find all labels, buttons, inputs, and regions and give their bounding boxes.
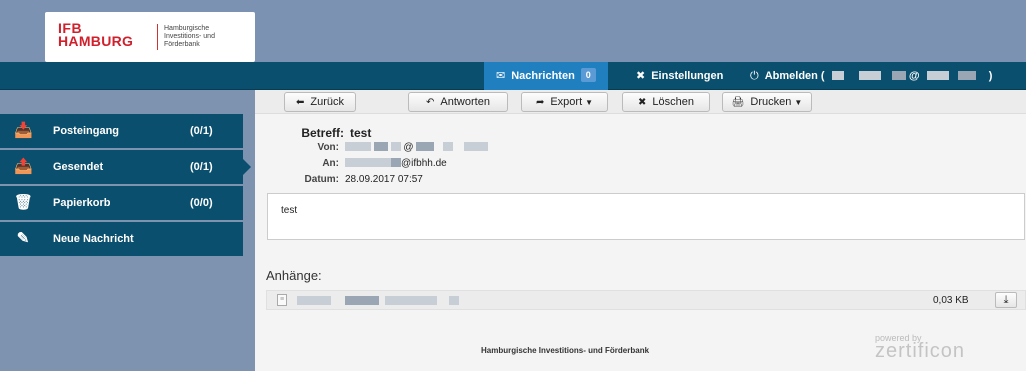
arrow-left-icon: ⬅	[295, 97, 305, 108]
redacted-email	[463, 142, 488, 151]
close-icon: ✖	[638, 97, 647, 108]
powered-by-logo: powered by zertificon	[875, 333, 965, 363]
zertificon-logo: zertificon	[875, 340, 966, 362]
redacted-user	[891, 71, 906, 80]
nav-logout-at: @	[908, 70, 920, 82]
inbox-icon: 📥	[14, 122, 33, 139]
logo-divider	[157, 24, 158, 50]
subject-label: Betreff:	[301, 126, 344, 140]
redacted-email	[416, 142, 435, 151]
sidebar-item-label: Neue Nachricht	[53, 233, 134, 245]
delete-button[interactable]: ✖ Löschen	[622, 92, 710, 112]
sidebar-item-count: (0/1)	[190, 161, 213, 173]
export-button-label: Export	[550, 96, 583, 108]
reply-icon: ↶	[426, 97, 435, 108]
logo-tagline-3: Förderbank	[164, 41, 200, 48]
ifb-logo[interactable]: IFB HAMBURG Hamburgische Investitions- u…	[45, 12, 255, 62]
logo-tagline-2: Investitions- und	[164, 33, 215, 40]
nav-logout-close: )	[988, 70, 993, 82]
chevron-down-icon: ▼	[794, 98, 803, 107]
power-icon: ⏻	[750, 70, 759, 82]
message-view: ⬅ Zurück ↶ Antworten ➦ Export ▼ ✖ Löschen 🖨 Dr…	[255, 90, 1026, 371]
message-body-text: test	[281, 205, 298, 216]
from-label: Von:	[317, 142, 339, 153]
delete-button-label: Löschen	[652, 96, 694, 108]
redacted-filename	[345, 296, 379, 305]
footer-bank-name: Hamburgische Investitions- und Förderban…	[481, 346, 650, 355]
redacted-filename	[297, 296, 331, 305]
file-icon: ≡	[277, 294, 287, 306]
printer-icon: 🖨	[731, 97, 745, 108]
outbox-icon: 📤	[14, 158, 33, 175]
sidebar-item-sent[interactable]: 📤 Gesendet (0/1)	[0, 150, 251, 184]
print-button-label: Drucken	[750, 96, 792, 108]
from-row: Von: @	[255, 142, 488, 153]
reply-button[interactable]: ↶ Antworten	[408, 92, 508, 112]
nav-messages-label: Nachrichten	[511, 70, 575, 82]
redacted-email	[390, 142, 401, 151]
redacted-email	[373, 142, 388, 151]
sidebar-item-count: (0/1)	[190, 125, 213, 137]
print-button[interactable]: 🖨 Drucken ▼	[722, 92, 812, 112]
back-button-label: Zurück	[310, 96, 344, 108]
subject-value: test	[350, 126, 372, 140]
date-row: Datum: 28.09.2017 07:57	[255, 174, 423, 185]
top-nav: ✉ Nachrichten 0 ✖ Einstellungen ⏻ Abmelden (…	[0, 62, 1026, 90]
redacted-email	[443, 142, 454, 151]
from-value: @	[345, 142, 488, 153]
attachments-title: Anhänge:	[266, 268, 322, 283]
to-row: An: @ifbhh.de	[255, 158, 447, 169]
logo-line2: HAMBURG	[58, 33, 134, 49]
logo-tagline: Hamburgische Investitions- und Förderban…	[164, 25, 215, 49]
app-header: IFB HAMBURG Hamburgische Investitions- u…	[0, 0, 1026, 62]
sidebar-item-label: Gesendet	[53, 161, 104, 173]
tools-icon: ✖	[636, 70, 646, 82]
to-domain: @ifbhh.de	[401, 158, 447, 169]
chevron-down-icon: ▼	[585, 98, 594, 107]
sidebar-item-label: Posteingang	[53, 125, 120, 137]
logo-wordmark: IFB HAMBURG	[58, 21, 134, 49]
attachment-size: 0,03 KB	[933, 295, 969, 306]
to-value: @ifbhh.de	[345, 158, 447, 169]
sidebar-item-count: (0/0)	[190, 197, 213, 209]
redacted-user	[858, 71, 881, 80]
compose-icon: ✎	[16, 230, 30, 247]
redacted-email	[345, 142, 371, 151]
active-indicator	[243, 159, 251, 175]
sidebar-item-label: Papierkorb	[53, 197, 111, 209]
nav-logout[interactable]: ⏻ Abmelden ( @ )	[750, 62, 992, 90]
sidebar-item-trash[interactable]: 🗑 Papierkorb (0/0)	[0, 186, 243, 220]
trash-icon: 🗑	[14, 194, 34, 211]
sidebar-item-inbox[interactable]: 📥 Posteingang (0/1)	[0, 114, 243, 148]
date-label: Datum:	[304, 174, 339, 185]
message-toolbar: ⬅ Zurück ↶ Antworten ➦ Export ▼ ✖ Löschen 🖨 Dr…	[255, 90, 1026, 114]
attachment-row[interactable]: ≡ 0,03 KB ⤓	[266, 290, 1026, 310]
logo-tagline-1: Hamburgische	[164, 25, 210, 32]
date-value: 28.09.2017 07:57	[345, 174, 423, 185]
redacted-user	[957, 71, 976, 80]
nav-logout-label: Abmelden (	[764, 70, 825, 82]
redacted-filename	[449, 296, 459, 305]
to-label: An:	[322, 158, 339, 169]
redacted-email	[391, 158, 401, 167]
sidebar-item-new-message[interactable]: ✎ Neue Nachricht	[0, 222, 243, 256]
redacted-filename	[385, 296, 437, 305]
back-button[interactable]: ⬅ Zurück	[284, 92, 356, 112]
messages-count-badge: 0	[580, 68, 596, 82]
sidebar: 📥 Posteingang (0/1) 📤 Gesendet (0/1) 🗑 P…	[0, 90, 251, 371]
nav-settings-label: Einstellungen	[651, 70, 724, 82]
download-icon[interactable]: ⤓	[995, 292, 1017, 308]
redacted-user	[831, 71, 844, 80]
redacted-user	[926, 71, 949, 80]
subject-row: Betreff: test	[255, 126, 371, 140]
from-at: @	[403, 142, 414, 153]
message-body[interactable]: test	[267, 193, 1025, 240]
nav-messages[interactable]: ✉ Nachrichten 0	[484, 62, 608, 90]
redacted-email	[345, 158, 391, 167]
envelope-icon: ✉	[496, 70, 506, 82]
reply-button-label: Antworten	[440, 96, 490, 108]
export-button[interactable]: ➦ Export ▼	[521, 92, 608, 112]
export-icon: ➦	[535, 97, 545, 108]
nav-settings[interactable]: ✖ Einstellungen	[636, 62, 723, 90]
